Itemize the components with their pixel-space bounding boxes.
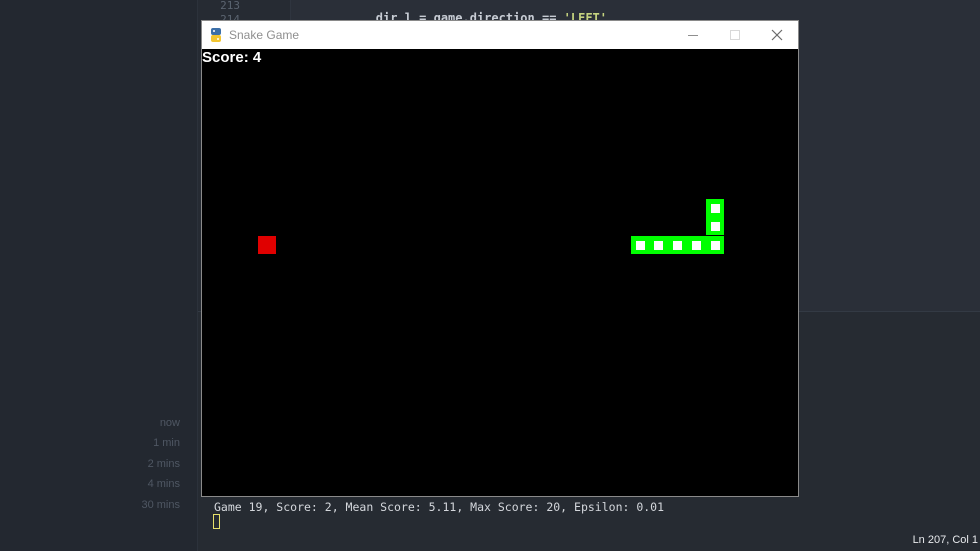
close-icon xyxy=(771,29,783,41)
snake-game-window[interactable]: Snake Game Score: 4 xyxy=(201,20,799,497)
food xyxy=(258,236,276,254)
window-titlebar[interactable]: Snake Game xyxy=(202,21,798,49)
close-button[interactable] xyxy=(756,21,798,49)
snake-segment xyxy=(687,236,706,254)
python-icon xyxy=(211,28,221,42)
minimize-button[interactable] xyxy=(672,21,714,49)
game-canvas xyxy=(258,199,724,254)
snake-segment xyxy=(706,236,724,254)
timeline-item[interactable]: now xyxy=(100,417,180,429)
snake-segment xyxy=(706,199,724,217)
snake-segment xyxy=(668,236,687,254)
snake-segment xyxy=(706,217,724,235)
minimize-icon xyxy=(688,34,698,36)
snake-segment xyxy=(649,236,668,254)
terminal-cursor xyxy=(213,514,220,529)
timeline-item[interactable]: 30 mins xyxy=(100,499,180,511)
score-label: Score: 4 xyxy=(202,49,262,66)
timeline-item[interactable]: 2 mins xyxy=(100,458,180,470)
timeline-item[interactable]: 4 mins xyxy=(100,478,180,490)
terminal-output: Game 19, Score: 2, Mean Score: 5.11, Max… xyxy=(214,500,665,514)
line-number: 213 xyxy=(220,0,240,12)
maximize-icon xyxy=(730,30,740,40)
snake xyxy=(631,199,724,254)
maximize-button[interactable] xyxy=(714,21,756,49)
timeline-item[interactable]: 1 min xyxy=(100,437,180,449)
cursor-position[interactable]: Ln 207, Col 1 xyxy=(913,534,978,546)
snake-segment xyxy=(631,236,649,254)
window-title: Snake Game xyxy=(229,28,300,42)
